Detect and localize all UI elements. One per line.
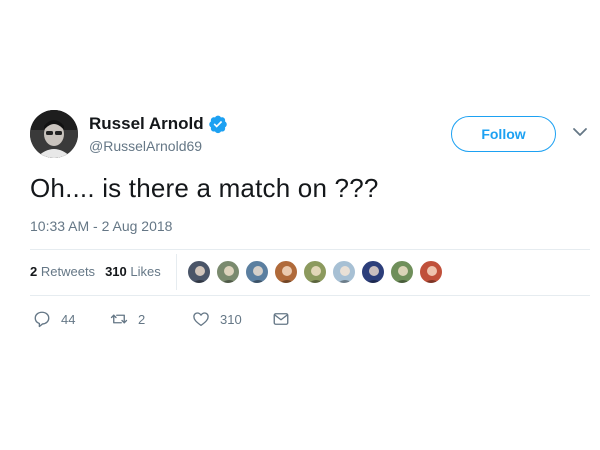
direct-message-button[interactable] [272,310,290,328]
liker-avatar-9[interactable] [419,260,443,284]
avatar[interactable] [30,110,78,158]
retweet-button[interactable]: 2 [110,310,145,328]
envelope-icon [273,313,289,325]
user-handle[interactable]: @RusselArnold69 [89,138,202,154]
heart-icon [193,312,209,327]
liker-avatar-3[interactable] [245,260,269,284]
reply-count: 44 [61,311,76,327]
tweet-actions: 44 2 310 [0,310,600,334]
divider [30,295,590,296]
reply-icon [34,311,50,328]
verified-badge-icon [209,115,227,134]
retweets-stat[interactable]: 2 Retweets [30,264,95,279]
follow-button[interactable]: Follow [451,116,556,152]
liker-avatar-5[interactable] [303,260,327,284]
liker-avatar-7[interactable] [361,260,385,284]
likes-stat[interactable]: 310 Likes [105,264,161,279]
reply-button[interactable]: 44 [33,310,75,328]
retweets-label: Retweets [40,264,96,279]
retweet-count: 2 [138,311,146,327]
likes-label: Likes [130,264,161,279]
display-name[interactable]: Russel Arnold [89,114,204,134]
liker-avatar-6[interactable] [332,260,356,284]
retweet-icon [110,314,128,324]
divider [30,249,590,250]
tweet-text: Oh.... is there a match on ??? [30,173,379,203]
retweets-count: 2 [30,264,38,279]
liker-avatar-4[interactable] [274,260,298,284]
chevron-down-icon[interactable] [572,126,588,138]
stats-divider [176,254,177,290]
tweet-stats: 2 Retweets 310 Likes [30,264,161,279]
liker-avatar-2[interactable] [216,260,240,284]
like-count: 310 [220,311,242,327]
liker-avatar-8[interactable] [390,260,414,284]
tweet-timestamp[interactable]: 10:33 AM - 2 Aug 2018 [30,218,172,234]
liker-avatar-1[interactable] [187,260,211,284]
likes-count: 310 [105,264,127,279]
tweet-card: Russel Arnold @RusselArnold69 Follow Oh.… [0,0,600,450]
like-button[interactable]: 310 [192,310,242,328]
